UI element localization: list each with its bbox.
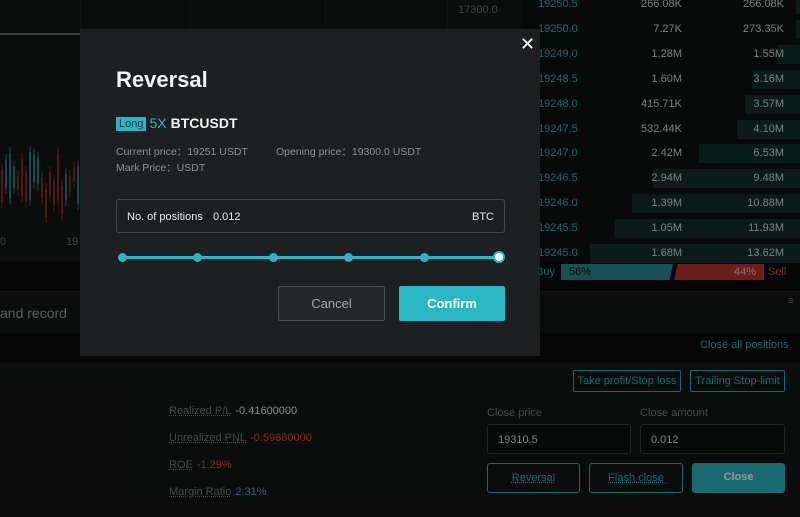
slider-stop[interactable] [193,253,202,262]
positions-unit: BTC [472,211,494,223]
confirm-button[interactable]: Confirm [399,286,505,321]
current-price-text: Current price：19251 USDT [116,146,248,158]
side-badge: Long [116,117,147,131]
slider-track[interactable] [122,256,500,259]
positions-label: No. of positions [127,211,203,223]
opening-price-text: Opening price：19300.0 USDT [276,146,422,158]
slider-stop[interactable] [269,253,278,262]
leverage-label: 5X [149,115,167,131]
symbol-label: BTCUSDT [170,115,238,131]
mark-price-text: Mark Price：USDT [116,162,206,174]
position-summary: Long 5X BTCUSDT [116,115,238,131]
slider-stop[interactable] [420,253,429,262]
slider-stop[interactable] [118,253,127,262]
close-icon[interactable]: ✕ [520,34,535,55]
positions-slider[interactable] [118,251,505,263]
positions-input[interactable]: No. of positions 0.012 BTC [116,199,505,233]
dialog-title: Reversal [116,67,208,92]
cancel-button[interactable]: Cancel [278,286,385,321]
slider-handle[interactable] [493,251,505,263]
slider-stop[interactable] [344,253,353,262]
reversal-dialog: ✕ Reversal Long 5X BTCUSDT Current price：1… [80,29,540,356]
positions-value[interactable]: 0.012 [213,211,241,223]
